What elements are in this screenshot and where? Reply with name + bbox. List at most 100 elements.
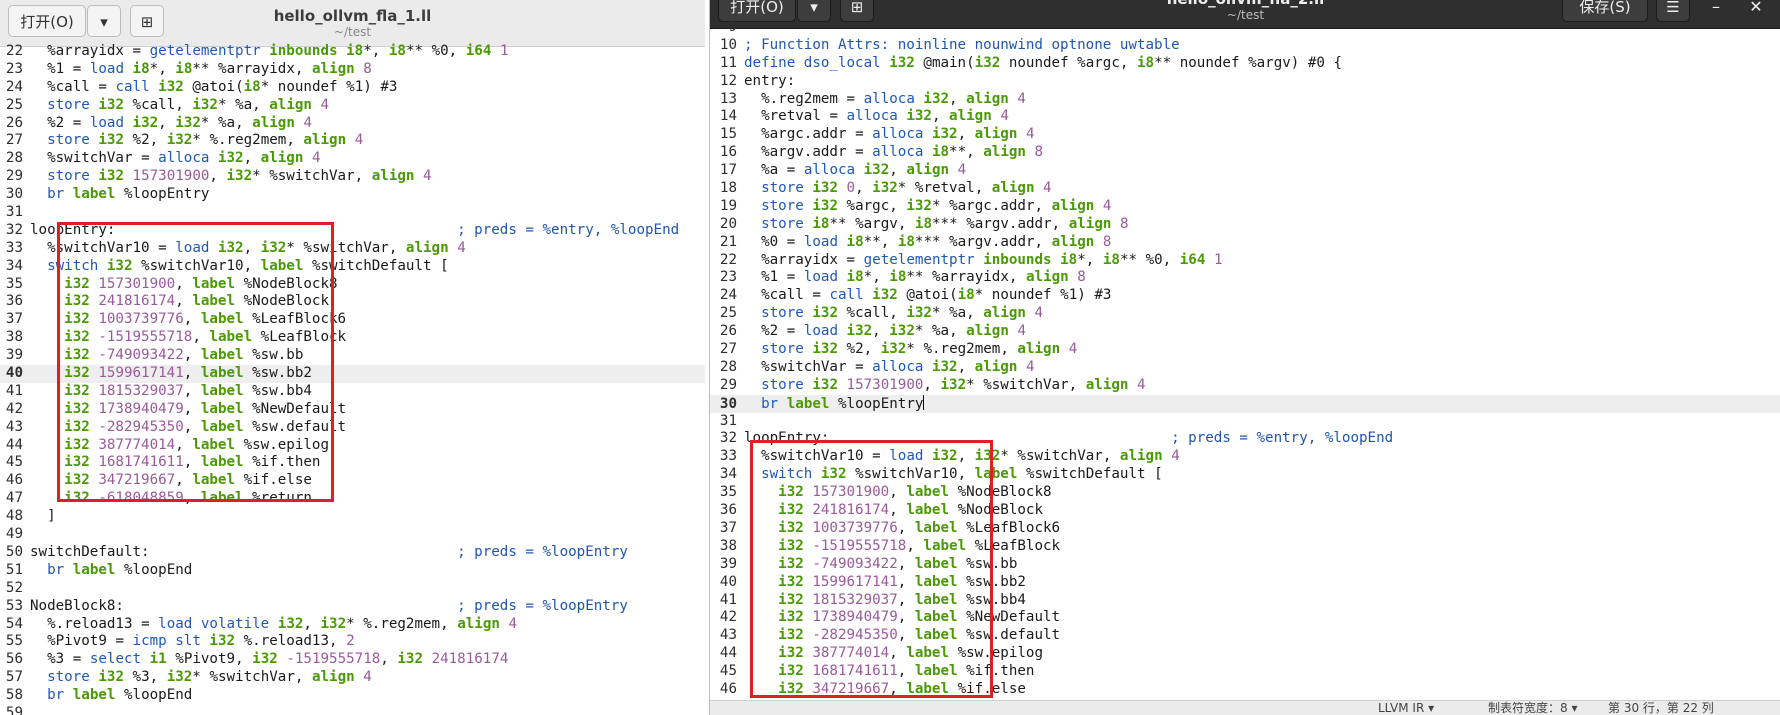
- line-text: %argv.addr = alloca i8**, align 8: [761, 144, 1044, 161]
- line-number: 32: [5, 221, 23, 238]
- code-line[interactable]: 48 ]: [0, 508, 705, 526]
- left-window-title: hello_ollvm_fla_1.ll: [273, 7, 432, 25]
- line-number: 46: [719, 680, 737, 697]
- line-number: 34: [5, 257, 23, 274]
- left-header-bar: 打开(O) ▾ ⊞ hello_ollvm_fla_1.ll ~/test: [0, 0, 705, 47]
- line-number: 26: [5, 114, 23, 131]
- line-number: 32: [719, 430, 737, 447]
- line-number: 18: [719, 180, 737, 197]
- line-text: %2 = load i32, i32* %a, align 4: [47, 114, 312, 131]
- line-number: 42: [5, 400, 23, 417]
- code-line[interactable]: 29 store i32 157301900, i32* %switchVar,…: [710, 377, 1780, 395]
- line-text: %arrayidx = getelementptr inbounds i8*, …: [47, 43, 509, 59]
- code-line[interactable]: 25 store i32 %call, i32* %a, align 4: [0, 97, 705, 115]
- line-text: br label %loopEnd: [47, 561, 193, 578]
- code-line[interactable]: 10 ; Function Attrs: noinline nounwind op…: [710, 37, 1780, 55]
- code-line[interactable]: 20 store i8** %argv, i8*** %argv.addr, a…: [710, 216, 1780, 234]
- code-line[interactable]: 51 br label %loopEnd: [0, 562, 705, 580]
- line-number: 15: [719, 126, 737, 143]
- code-line[interactable]: 23 %1 = load i8*, i8** %arrayidx, align …: [0, 61, 705, 79]
- line-number: 29: [719, 376, 737, 393]
- cursor-position[interactable]: 第 30 行，第 22 列: [1608, 701, 1714, 715]
- code-line[interactable]: 49: [0, 526, 705, 544]
- line-number: 12: [719, 72, 737, 89]
- code-line[interactable]: 54 %.reload13 = load volatile i32, i32* …: [0, 616, 705, 634]
- code-line[interactable]: 58 br label %loopEnd: [0, 687, 705, 705]
- line-number: 58: [5, 687, 23, 704]
- code-line[interactable]: 29 store i32 157301900, i32* %switchVar,…: [0, 168, 705, 186]
- line-number: 49: [5, 526, 23, 543]
- line-number: 19: [719, 197, 737, 214]
- code-line[interactable]: 14 %retval = alloca i32, align 4: [710, 108, 1780, 126]
- line-number: 39: [719, 555, 737, 572]
- code-line[interactable]: 13 %.reg2mem = alloca i32, align 4: [710, 91, 1780, 109]
- code-line[interactable]: 52: [0, 580, 705, 598]
- line-text: store i32 %argc, i32* %argc.addr, align …: [761, 197, 1112, 214]
- line-number: 54: [5, 615, 23, 632]
- line-number: 46: [5, 472, 23, 489]
- language-selector[interactable]: LLVM IR ▾: [1378, 701, 1434, 715]
- line-text: %2 = load i32, i32* %a, align 4: [761, 323, 1026, 340]
- code-line[interactable]: 19 store i32 %argc, i32* %argc.addr, ali…: [710, 198, 1780, 216]
- code-line[interactable]: 57 store i32 %3, i32* %switchVar, align …: [0, 669, 705, 687]
- code-line[interactable]: 26 %2 = load i32, i32* %a, align 4: [0, 115, 705, 133]
- code-line[interactable]: 26 %2 = load i32, i32* %a, align 4: [710, 323, 1780, 341]
- code-line[interactable]: 23 %1 = load i8*, i8** %arrayidx, align …: [710, 269, 1780, 287]
- code-line[interactable]: 18 store i32 0, i32* %retval, align 4: [710, 180, 1780, 198]
- line-number: 39: [5, 347, 23, 364]
- line-number: 59: [5, 704, 23, 715]
- code-line[interactable]: 11 define dso_local i32 @main(i32 noundef…: [710, 55, 1780, 73]
- line-text: %a = alloca i32, align 4: [761, 162, 967, 179]
- line-number: 20: [719, 215, 737, 232]
- text-cursor: [923, 394, 925, 410]
- line-text: ]: [47, 508, 56, 525]
- line-text: %.reload13 = load volatile i32, i32* %.r…: [47, 615, 518, 632]
- code-line[interactable]: 24 %call = call i32 @atoi(i8* noundef %1…: [710, 287, 1780, 305]
- code-line[interactable]: 12 entry:: [710, 73, 1780, 91]
- code-line[interactable]: 56 %3 = select i1 %Pivot9, i32 -15195557…: [0, 651, 705, 669]
- code-line[interactable]: 31: [710, 413, 1780, 431]
- code-line[interactable]: 59: [0, 705, 705, 715]
- line-text: store i32 0, i32* %retval, align 4: [761, 180, 1052, 197]
- code-line[interactable]: 53 NodeBlock8: ; preds = %loopEntry: [0, 598, 705, 616]
- line-number: 44: [719, 645, 737, 662]
- line-number: 36: [719, 502, 737, 519]
- code-line[interactable]: 28 %switchVar = alloca i32, align 4: [0, 150, 705, 168]
- line-number: 11: [719, 54, 737, 71]
- code-line[interactable]: 50 switchDefault: ; preds = %loopEntry: [0, 544, 705, 562]
- line-text: br label %loopEnd: [47, 687, 193, 704]
- line-number: 28: [5, 150, 23, 167]
- code-line[interactable]: 30 br label %loopEntry: [710, 394, 1780, 413]
- code-line[interactable]: 22 %arrayidx = getelementptr inbounds i8…: [710, 252, 1780, 270]
- code-line[interactable]: 30 br label %loopEntry: [0, 186, 705, 204]
- line-text: store i32 %2, i32* %.reg2mem, align 4: [47, 132, 364, 149]
- tab-width-selector[interactable]: 制表符宽度：8 ▾: [1488, 701, 1577, 715]
- code-line[interactable]: 16 %argv.addr = alloca i8**, align 8: [710, 144, 1780, 162]
- code-line[interactable]: 17 %a = alloca i32, align 4: [710, 162, 1780, 180]
- code-line[interactable]: 24 %call = call i32 @atoi(i8* noundef %1…: [0, 79, 705, 97]
- line-number: 27: [5, 132, 23, 149]
- line-number: 53: [5, 597, 23, 614]
- line-number: 48: [5, 508, 23, 525]
- line-number: 10: [719, 36, 737, 53]
- code-line[interactable]: 28 %switchVar = alloca i32, align 4: [710, 359, 1780, 377]
- line-number: 35: [719, 484, 737, 501]
- line-text: br label %loopEntry: [761, 394, 925, 412]
- code-line[interactable]: 25 store i32 %call, i32* %a, align 4: [710, 305, 1780, 323]
- line-text: %.reg2mem = alloca i32, align 4: [761, 90, 1026, 107]
- line-text: store i32 %call, i32* %a, align 4: [47, 96, 330, 113]
- code-line[interactable]: 55 %Pivot9 = icmp slt i32 %.reload13, 2: [0, 633, 705, 651]
- line-number: 22: [5, 43, 23, 59]
- code-line[interactable]: 31: [0, 204, 705, 222]
- code-line[interactable]: 15 %argc.addr = alloca i32, align 4: [710, 126, 1780, 144]
- code-line[interactable]: 27 store i32 %2, i32* %.reg2mem, align 4: [0, 132, 705, 150]
- code-line[interactable]: 27 store i32 %2, i32* %.reg2mem, align 4: [710, 341, 1780, 359]
- code-line[interactable]: 22 %arrayidx = getelementptr inbounds i8…: [0, 43, 705, 61]
- code-line[interactable]: 9: [710, 19, 1780, 37]
- line-number: 41: [5, 382, 23, 399]
- line-number: 43: [719, 627, 737, 644]
- line-number: 33: [719, 448, 737, 465]
- code-line[interactable]: 21 %0 = load i8**, i8*** %argv.addr, ali…: [710, 234, 1780, 252]
- line-number: 23: [5, 60, 23, 77]
- line-text: %0 = load i8**, i8*** %argv.addr, align …: [761, 233, 1112, 250]
